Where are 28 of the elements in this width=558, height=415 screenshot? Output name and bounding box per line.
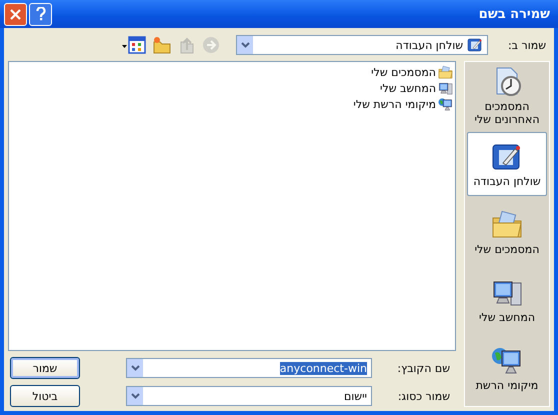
new-folder-icon[interactable] bbox=[152, 36, 172, 54]
save-as-type-dropdown[interactable]: יישום bbox=[126, 386, 372, 406]
save-as-type-label: שמור כסוג: bbox=[396, 390, 451, 402]
file-item[interactable]: מיקומי הרשת שלי bbox=[353, 96, 453, 112]
views-menu-icon[interactable] bbox=[122, 36, 146, 54]
save-in-label: שמור ב: bbox=[506, 38, 547, 52]
help-icon[interactable] bbox=[36, 7, 46, 21]
network-computer-icon bbox=[438, 96, 453, 112]
file-name-field[interactable]: anyconnect-win bbox=[126, 358, 372, 378]
places-item[interactable]: המסמכים האחרונים שלי bbox=[467, 64, 547, 128]
places-item[interactable]: המחשב שלי bbox=[467, 268, 547, 332]
save-in-dropdown[interactable]: שולחן העבודה bbox=[236, 35, 488, 55]
help-button[interactable] bbox=[29, 2, 52, 26]
file-item[interactable]: המסמכים שלי bbox=[371, 64, 453, 80]
folder-icon bbox=[438, 64, 453, 80]
desktop-icon bbox=[467, 37, 483, 53]
file-name-label: שם הקובץ: bbox=[396, 362, 451, 374]
close-icon[interactable] bbox=[10, 8, 21, 20]
file-item[interactable]: המחשב שלי bbox=[380, 80, 453, 96]
computer-icon bbox=[438, 80, 453, 96]
cancel-button[interactable]: ביטול bbox=[10, 385, 80, 407]
folder-icon bbox=[491, 208, 523, 240]
save-button[interactable]: שמור bbox=[10, 357, 80, 379]
places-item[interactable]: המסמכים שלי bbox=[467, 200, 547, 264]
places-item[interactable]: שולחן העבודה bbox=[467, 132, 547, 196]
window-title: שמירה בשם bbox=[478, 6, 551, 22]
close-button[interactable] bbox=[4, 2, 27, 26]
places-item[interactable]: מיקומי הרשת bbox=[467, 336, 547, 400]
